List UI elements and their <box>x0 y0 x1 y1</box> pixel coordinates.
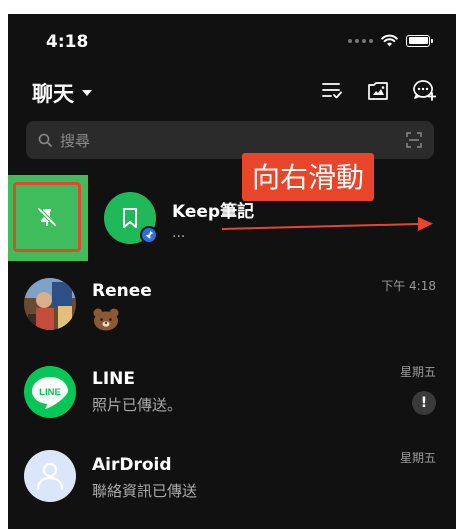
chat-time: 星期五 <box>399 365 436 379</box>
cellular-signal-icon <box>348 38 373 43</box>
search-input[interactable]: 搜尋 <box>60 130 406 151</box>
line-official-avatar: LINE <box>24 366 76 418</box>
chat-name: LINE <box>92 369 135 389</box>
unpin-action[interactable] <box>8 175 88 261</box>
airdroid-avatar <box>24 450 76 502</box>
unpin-icon <box>37 207 57 227</box>
brown-bear-sticker-icon <box>93 308 119 331</box>
sort-list-icon[interactable] <box>320 78 344 102</box>
chat-preview: 聯絡資訊已傳送 <box>92 482 198 500</box>
new-chat-icon[interactable] <box>412 78 436 102</box>
chevron-down-icon <box>82 90 92 96</box>
bookmark-icon <box>123 208 137 228</box>
phone-screen: 4:18 聊天 搜尋 Keep筆記 ... 向右滑動 Renee 下午 4:18… <box>8 14 456 529</box>
open-chat-folder-icon[interactable] <box>366 78 390 102</box>
status-indicators <box>348 34 433 47</box>
highlight-box <box>13 182 81 252</box>
chat-tab-selector[interactable]: 聊天 <box>32 78 92 108</box>
wifi-icon <box>381 34 398 47</box>
header-actions <box>320 78 436 102</box>
chat-row[interactable]: LINE LINE 照片已傳送。 星期五 ! <box>8 347 456 433</box>
chat-name: Renee <box>92 281 152 301</box>
status-time: 4:18 <box>46 32 89 52</box>
chat-name: AirDroid <box>92 455 172 475</box>
chat-row[interactable]: Renee 下午 4:18 <box>8 261 456 347</box>
page-title: 聊天 <box>32 82 74 106</box>
svg-text:LINE: LINE <box>39 387 61 398</box>
chat-preview: ... <box>172 225 186 241</box>
battery-icon <box>406 34 433 47</box>
chat-row[interactable]: AirDroid 聯絡資訊已傳送 星期五 <box>8 433 456 519</box>
search-icon <box>38 133 52 147</box>
pinned-badge-icon <box>140 226 158 244</box>
chat-preview: 照片已傳送。 <box>92 396 183 414</box>
alert-badge: ! <box>412 391 436 415</box>
qr-scan-icon[interactable] <box>406 132 422 148</box>
renee-avatar <box>24 278 76 330</box>
chat-time: 下午 4:18 <box>381 279 436 293</box>
right-arrow-icon <box>222 217 433 231</box>
swipe-hint-label: 向右滑動 <box>242 153 375 201</box>
chat-time: 星期五 <box>399 451 436 465</box>
